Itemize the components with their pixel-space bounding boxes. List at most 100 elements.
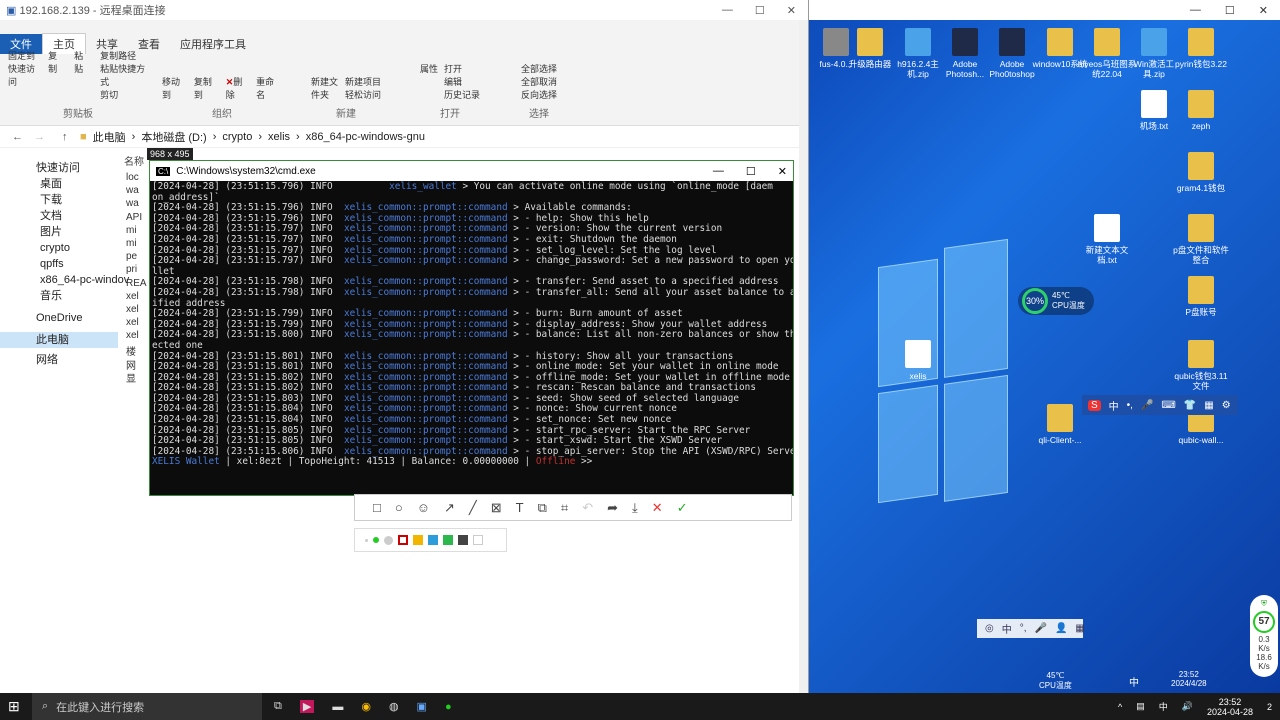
copy-path-button[interactable]: 复制路径 [100,49,148,62]
back-icon[interactable]: ← [12,131,23,143]
download-icon[interactable]: ⤓ [632,500,638,516]
wechat-icon[interactable]: ● [445,701,452,713]
pen-icon[interactable]: ╱ [469,500,477,516]
maximize-icon[interactable]: ☐ [746,165,756,178]
invert-selection-button[interactable]: 反向选择 [521,88,557,101]
ime-toolbar-remote[interactable]: ◎ 中 °, 🎤 👤 ▦ [977,619,1085,638]
delete-button[interactable]: ✕删除 [226,75,250,101]
forward-icon[interactable]: → [34,131,45,143]
copy-button[interactable]: 复制 [48,49,64,101]
mosaic-icon[interactable]: ⊠ [491,500,502,516]
app-icon[interactable]: ▶ [299,700,315,713]
confirm-icon[interactable]: ✓ [677,500,688,516]
undo-icon[interactable]: ↶ [582,500,593,516]
size-small[interactable] [365,538,368,542]
nav-desktop[interactable]: 桌面 [0,176,118,192]
color-white[interactable] [473,535,483,545]
move-to-button[interactable]: 移动到 [162,75,188,101]
color-green[interactable] [443,535,453,545]
toolbox-icon[interactable]: ▦ [1204,400,1213,411]
ime-logo-icon[interactable]: ◎ [985,623,994,634]
color-blue[interactable] [428,535,438,545]
task-view-icon[interactable]: ⧉ [274,700,282,713]
new-item-button[interactable]: 新建项目 [345,75,381,88]
maximize-icon[interactable]: ☐ [755,4,765,17]
arrow-icon[interactable]: ↗ [444,500,455,516]
share-icon[interactable]: ➦ [607,500,618,516]
user-icon[interactable]: 👤 [1055,623,1067,634]
notification-badge[interactable]: 2 [1267,702,1272,712]
paste-button[interactable]: 粘贴 [74,49,90,101]
paste-shortcut-button[interactable]: 粘贴快捷方式 [100,62,148,88]
remote-ime[interactable]: 中 [1129,674,1139,689]
breadcrumb-0[interactable]: 此电脑 [93,129,126,145]
nav-downloads[interactable]: 下载 [0,192,118,208]
nav-network[interactable]: 网络 [0,352,118,368]
nav-music[interactable]: 音乐 [0,288,118,304]
pin-screen-icon[interactable]: ⧉ [538,500,547,516]
edit-button[interactable]: 编辑 [444,75,480,88]
text-icon[interactable]: T [516,500,524,515]
breadcrumb-2[interactable]: crypto [222,131,252,143]
size-medium[interactable] [373,537,379,543]
desktop-icon[interactable]: 新建文本文档.txt [1077,214,1137,265]
color-yellow[interactable] [413,535,423,545]
skin-icon[interactable]: 👕 [1184,400,1196,411]
settings-icon[interactable]: ⚙ [1222,400,1231,411]
color-red[interactable] [398,535,408,545]
breadcrumb-3[interactable]: xelis [268,131,290,143]
keyboard-icon[interactable]: ⌨ [1161,400,1175,411]
color-black[interactable] [458,535,468,545]
punct-icon[interactable]: °, [1020,623,1027,634]
nav-onedrive[interactable]: OneDrive [0,310,118,326]
app-icon[interactable]: ◍ [389,700,399,713]
nav-x86[interactable]: x86_64-pc-windov [0,272,129,288]
desktop-icon[interactable]: P盘账号 [1171,276,1231,317]
desktop-icon[interactable]: p盘文件和软件整合 [1171,214,1231,265]
taskbar-search[interactable]: ⌕ 在此键入进行搜索 [32,693,262,720]
copy-to-button[interactable]: 复制到 [194,75,220,101]
breadcrumb-4[interactable]: x86_64-pc-windows-gnu [306,131,425,143]
select-none-button[interactable]: 全部取消 [521,75,557,88]
sogou-icon[interactable]: S [1088,399,1101,411]
new-folder-button[interactable]: 新建文件夹 [311,75,339,101]
mic-icon[interactable]: 🎤 [1035,623,1047,634]
desktop-icon[interactable]: xelis [888,340,948,381]
column-header-name[interactable]: 名称 [124,153,144,168]
minimize-icon[interactable]: — [713,165,724,178]
cmd-window[interactable]: C:\ C:\Windows\system32\cmd.exe — ☐ ✕ [2… [149,160,794,496]
desktop-icon[interactable]: zeph [1171,90,1231,131]
nav-quick-access[interactable]: 快速访问 [0,160,118,176]
size-large[interactable] [384,535,393,545]
pin-button[interactable]: 固定到快速访问 [8,49,38,101]
cancel-icon[interactable]: ✕ [652,500,663,516]
ime-indicator[interactable]: 中 [1159,700,1168,713]
console-output[interactable]: [2024-04-28] (23:51:15.796) INFO xelis_w… [150,181,793,495]
close-icon[interactable]: ✕ [778,165,787,178]
address-bar[interactable]: ← → ↑ ■ 此电脑 › 本地磁盘 (D:) › crypto › xelis › x… [0,126,800,148]
minimize-icon[interactable]: — [722,4,733,17]
nav-qpffs[interactable]: qpffs [0,256,118,272]
nav-pictures[interactable]: 图片 [0,224,118,240]
open-button[interactable]: 打开 [444,62,480,75]
taskbar-time[interactable]: 23:52 [1207,697,1253,707]
history-button[interactable]: 历史记录 [444,88,480,101]
select-all-button[interactable]: 全部选择 [521,62,557,75]
emoji-icon[interactable]: ☺ [417,500,430,515]
desktop-icon[interactable]: qubic钱包3.11文件 [1171,340,1231,391]
close-icon[interactable]: ✕ [787,4,796,17]
close-icon[interactable]: ✕ [1259,4,1268,17]
properties-button[interactable]: 属性 [420,62,438,101]
chevron-up-icon[interactable]: ^ [1118,702,1122,712]
wallet-prompt[interactable]: XELIS Wallet | xel:8ezt | TopoHeight: 41… [152,457,791,468]
ellipse-icon[interactable]: ○ [395,500,403,515]
remote-desktop-icon[interactable]: ▣ [417,700,427,713]
taskbar-date[interactable]: 2024-04-28 [1207,707,1253,717]
ocr-icon[interactable]: ⌗ [561,500,568,516]
network-icon[interactable]: ▤ [1136,701,1145,712]
up-icon[interactable]: ↑ [62,131,68,143]
maximize-icon[interactable]: ☐ [1225,4,1235,17]
nav-this-pc[interactable]: 此电脑 [0,332,118,348]
desktop-icon[interactable]: pyrin钱包3.22 [1171,28,1231,69]
ime-mode[interactable]: 中 [1109,398,1119,413]
